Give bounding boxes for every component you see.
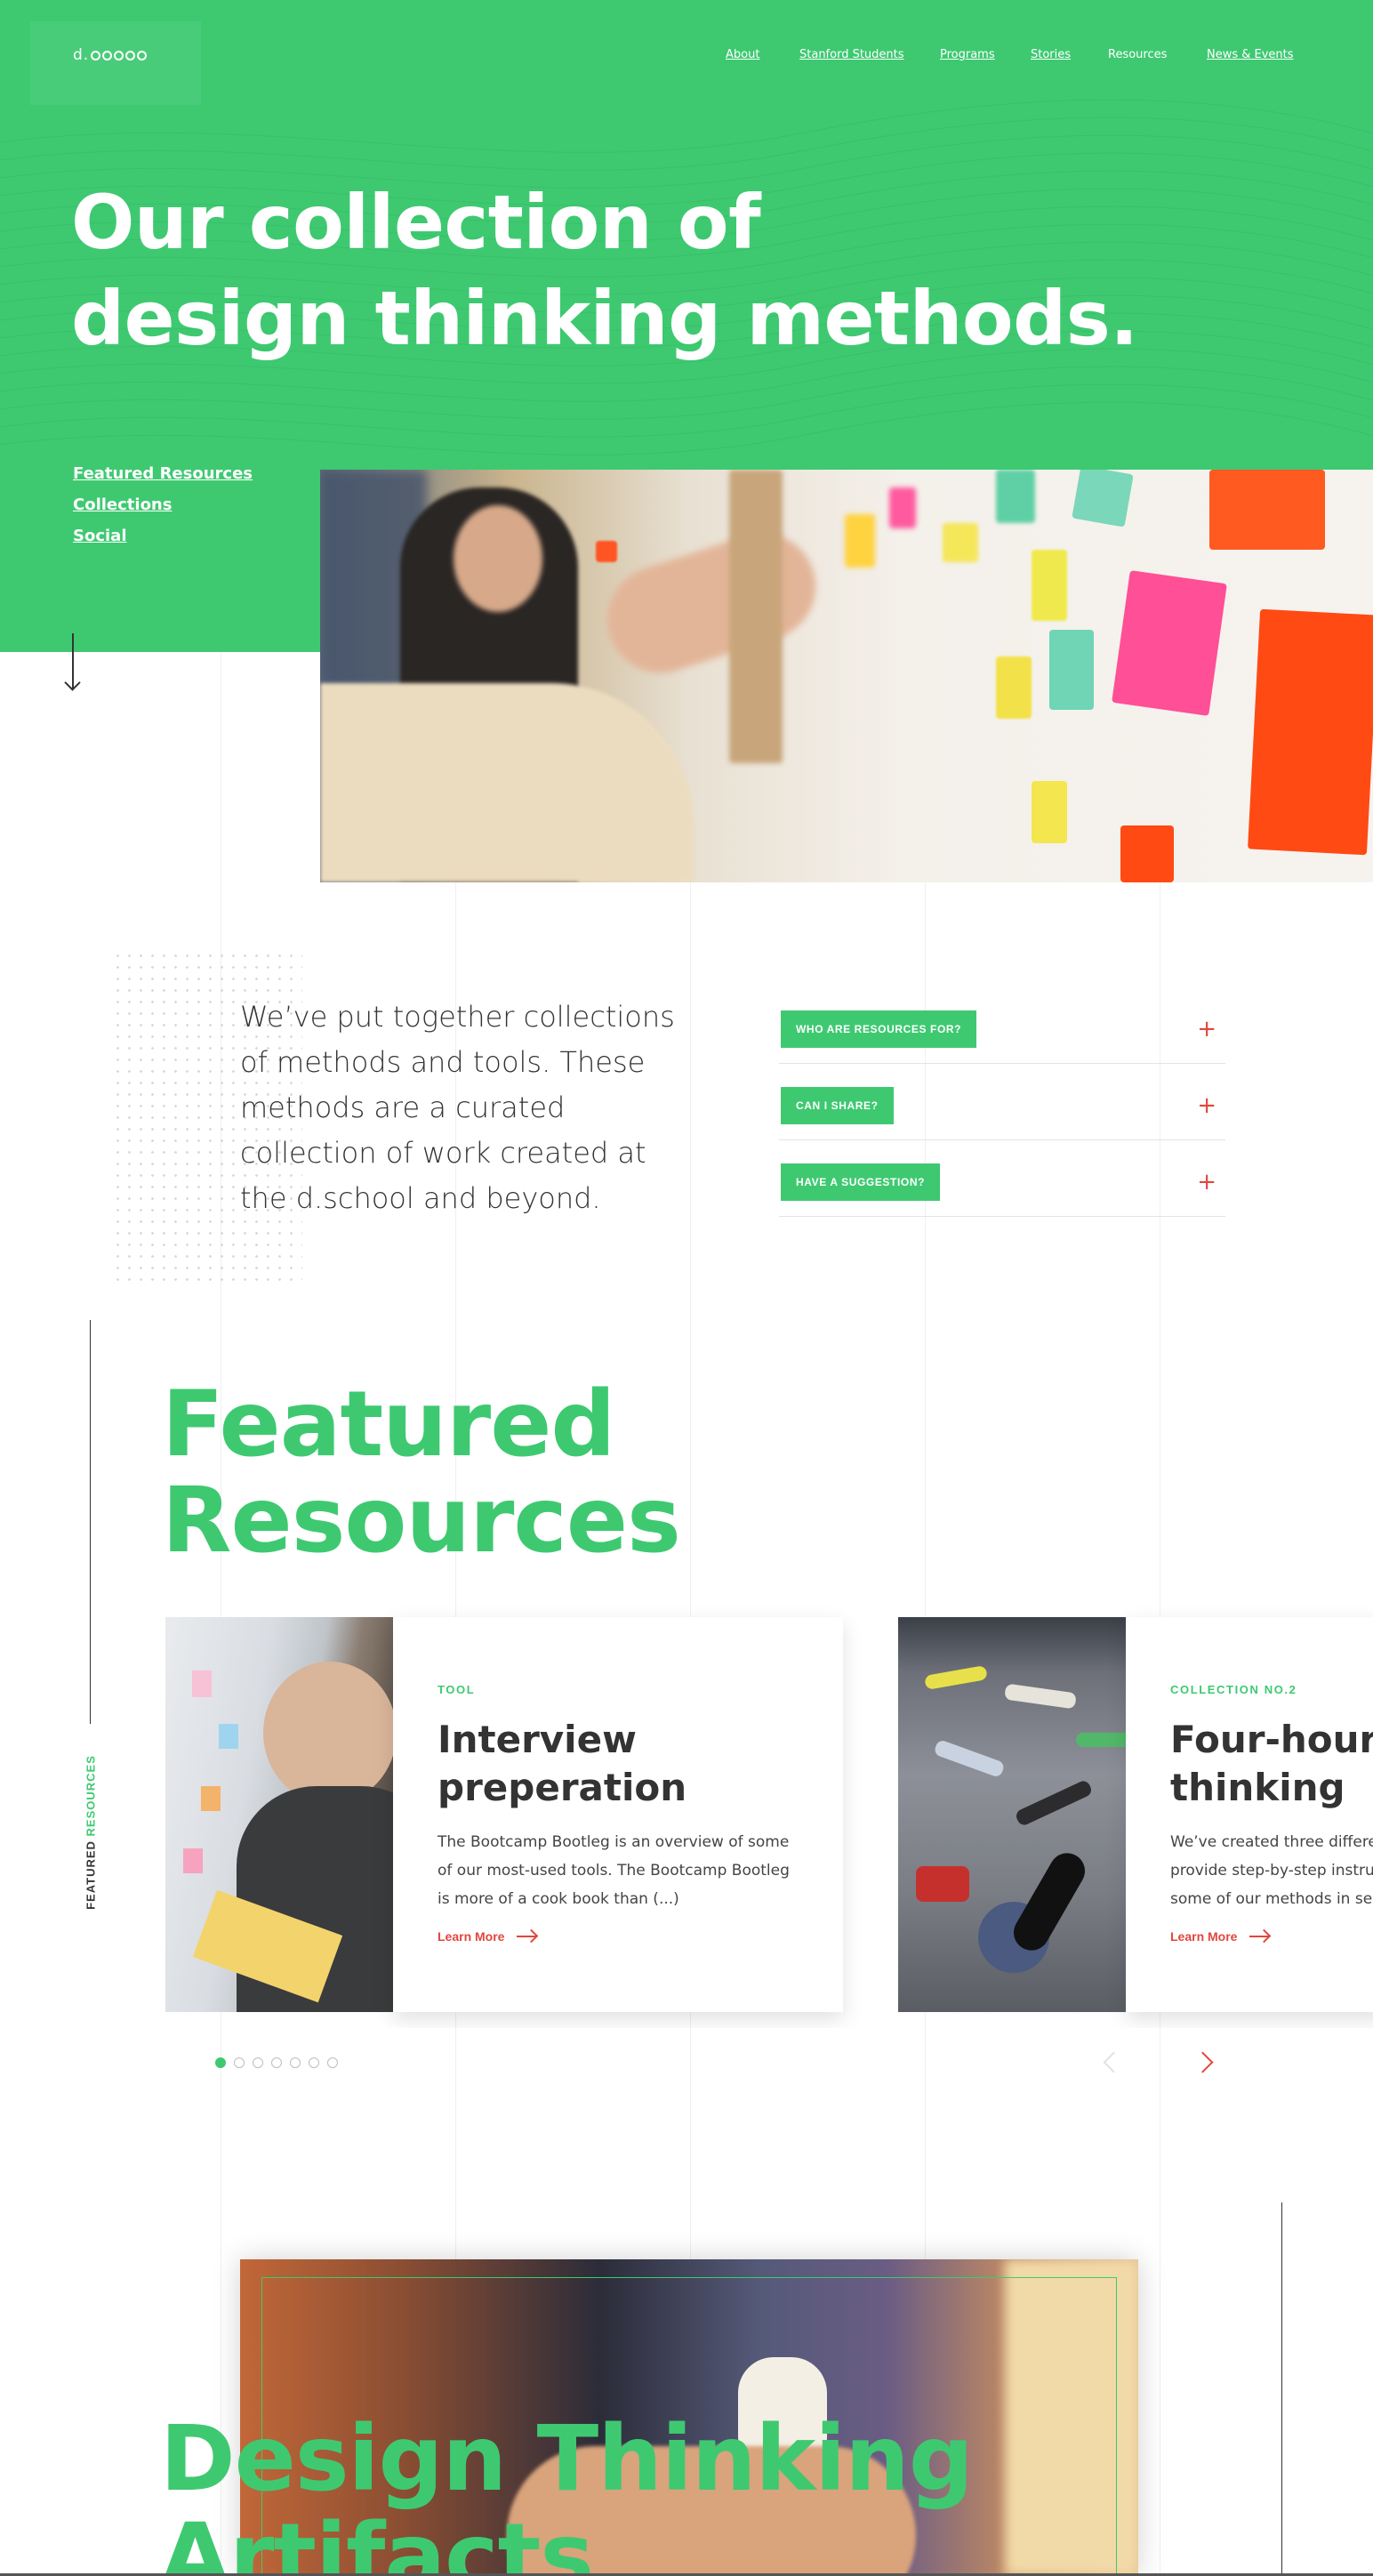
link-collections[interactable]: Collections <box>73 495 253 514</box>
card-body: COLLECTION NO.2 Four-hour design thinkin… <box>1126 1617 1373 2012</box>
card-description: We’ve created three different collection… <box>1170 1833 1373 1908</box>
carousel-pagination <box>215 2057 338 2068</box>
pagination-dot[interactable] <box>253 2057 263 2068</box>
faq-item[interactable]: CAN I SHARE? + <box>779 1087 1225 1140</box>
title-line-1: Design Thinking <box>160 2406 974 2512</box>
pagination-dot[interactable] <box>290 2057 301 2068</box>
link-featured-resources[interactable]: Featured Resources <box>73 464 253 483</box>
section-links: Featured Resources Collections Social <box>73 464 253 558</box>
learn-more-label: Learn More <box>1170 1929 1238 1944</box>
artifacts-title: Design Thinking Artifacts <box>160 2411 974 2576</box>
card-eyebrow: COLLECTION NO.2 <box>1170 1683 1297 1696</box>
pagination-dot[interactable] <box>234 2057 245 2068</box>
learn-more-link[interactable]: Learn More <box>1170 1929 1373 1944</box>
carousel-prev-button[interactable] <box>1101 2051 1120 2073</box>
plus-icon[interactable]: + <box>1197 1016 1216 1042</box>
link-social[interactable]: Social <box>73 527 253 545</box>
featured-carousel: TOOL Interview preperation The Bootcamp … <box>0 1601 1373 2028</box>
title-line-1: Featured <box>162 1372 615 1477</box>
nav-link-programs[interactable]: Programs <box>940 48 995 61</box>
learn-more-label: Learn More <box>438 1929 505 1944</box>
nav-link-news-events[interactable]: News & Events <box>1207 48 1294 61</box>
plus-icon[interactable]: + <box>1197 1092 1216 1119</box>
faq-item[interactable]: WHO ARE RESOURCES FOR? + <box>779 1010 1225 1064</box>
top-navigation: About Stanford Students Programs Stories… <box>0 48 1373 66</box>
nav-link-resources[interactable]: Resources <box>1108 48 1167 61</box>
card-title[interactable]: Interview preperation <box>438 1716 799 1812</box>
featured-resources-title: Featured Resources <box>162 1377 681 1569</box>
resource-card[interactable]: COLLECTION NO.2 Four-hour design thinkin… <box>898 1617 1373 2012</box>
arrow-right-icon <box>1249 1936 1270 1937</box>
nav-link-stanford-students[interactable]: Stanford Students <box>799 48 904 61</box>
card-title[interactable]: Four-hour design thinking <box>1170 1716 1373 1812</box>
carousel-next-button[interactable] <box>1195 2051 1215 2073</box>
faq-label[interactable]: CAN I SHARE? <box>781 1087 894 1124</box>
pagination-dot[interactable] <box>215 2057 226 2068</box>
page-title: Our collection of design thinking method… <box>71 174 1138 366</box>
intro-text: We’ve put together collections of method… <box>240 1000 675 1215</box>
nav-link-about[interactable]: About <box>726 48 759 61</box>
faq-label[interactable]: WHO ARE RESOURCES FOR? <box>781 1010 977 1048</box>
learn-more-link[interactable]: Learn More <box>438 1929 799 1944</box>
pagination-dot[interactable] <box>309 2057 319 2068</box>
arrow-right-icon <box>517 1936 537 1937</box>
card-description: The Bootcamp Bootleg is an overview of s… <box>438 1833 790 1908</box>
nav-link-stories[interactable]: Stories <box>1031 48 1071 61</box>
pagination-dot[interactable] <box>271 2057 282 2068</box>
card-eyebrow: TOOL <box>438 1683 476 1696</box>
faq-label[interactable]: HAVE A SUGGESTION? <box>781 1163 941 1201</box>
plus-icon[interactable]: + <box>1197 1169 1216 1195</box>
page-title-line-1: Our collection of <box>71 179 761 266</box>
page-title-line-2: design thinking methods. <box>71 275 1138 362</box>
hero-photo <box>320 470 1373 882</box>
section-divider-line <box>1281 2202 1282 2576</box>
faq-item[interactable]: HAVE A SUGGESTION? + <box>779 1163 1225 1217</box>
resource-card[interactable]: TOOL Interview preperation The Bootcamp … <box>165 1617 843 2012</box>
card-body: TOOL Interview preperation The Bootcamp … <box>393 1617 843 2012</box>
pagination-dot[interactable] <box>327 2057 338 2068</box>
title-line-2: Artifacts <box>160 2504 594 2576</box>
scroll-down-arrow-icon[interactable] <box>72 633 74 688</box>
title-line-2: Resources <box>162 1468 681 1574</box>
